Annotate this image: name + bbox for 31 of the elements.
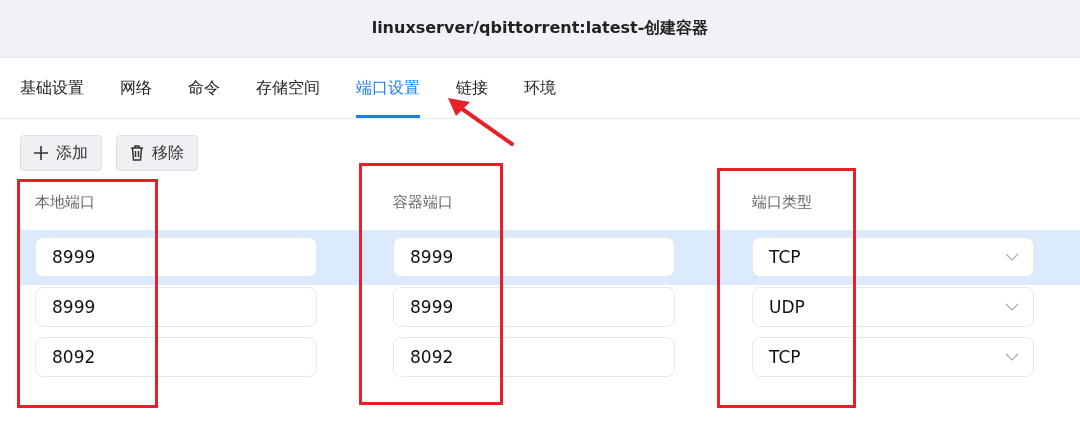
select-field[interactable]: TCP xyxy=(752,337,1034,377)
table-row[interactable]: 8999 8999 TCP xyxy=(20,230,1080,285)
input-field[interactable]: 8999 xyxy=(35,237,317,277)
select-field[interactable]: TCP xyxy=(752,237,1034,277)
tab[interactable]: 端口设置 xyxy=(356,58,420,118)
input-field[interactable]: 8999 xyxy=(35,287,317,327)
chevron-down-icon xyxy=(1005,303,1019,311)
input-field[interactable]: 8092 xyxy=(393,337,675,377)
plus-icon xyxy=(34,146,48,160)
tab[interactable]: 基础设置 xyxy=(20,58,84,118)
chevron-down-icon xyxy=(1005,353,1019,361)
tab[interactable]: 网络 xyxy=(120,58,152,118)
input-field[interactable]: 8999 xyxy=(393,237,675,277)
column-header: 本地端口 xyxy=(35,193,96,212)
chevron-down-icon xyxy=(1005,253,1019,261)
table-row[interactable]: 8092 8092 TCP xyxy=(20,335,1080,385)
input-field[interactable]: 8999 xyxy=(393,287,675,327)
tab[interactable]: 链接 xyxy=(456,58,488,118)
trash-icon xyxy=(130,145,144,161)
column-header: 端口类型 xyxy=(752,193,813,212)
select-field[interactable]: UDP xyxy=(752,287,1034,327)
input-field[interactable]: 8092 xyxy=(35,337,317,377)
column-header: 容器端口 xyxy=(393,193,454,212)
add-button[interactable]: 添加 xyxy=(20,135,102,171)
table-row[interactable]: 8999 8999 UDP xyxy=(20,285,1080,335)
tab[interactable]: 存储空间 xyxy=(256,58,320,118)
window-title: linuxserver/qbittorrent:latest-创建容器 xyxy=(371,18,709,39)
annotation-arrow xyxy=(448,98,514,146)
remove-button[interactable]: 移除 xyxy=(116,135,198,171)
tab[interactable]: 环境 xyxy=(524,58,556,118)
tab[interactable]: 命令 xyxy=(188,58,220,118)
